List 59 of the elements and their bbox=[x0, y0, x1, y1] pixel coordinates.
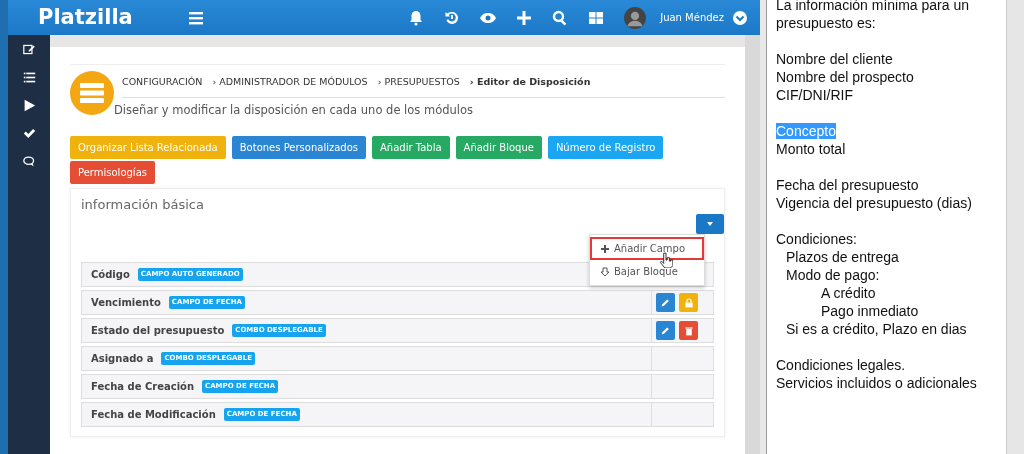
note-line: Vigencia del presupuesto (dias) bbox=[776, 195, 972, 211]
brand-logo[interactable]: Platzilla bbox=[38, 1, 178, 34]
bell-icon[interactable] bbox=[408, 9, 425, 26]
note-line: Fecha del presupuesto bbox=[776, 177, 919, 193]
breadcrumb-link[interactable]: CONFIGURACIÓN bbox=[122, 75, 203, 90]
action-button[interactable]: Permisologías bbox=[70, 160, 155, 184]
action-button[interactable]: Añadir Tabla bbox=[372, 135, 450, 159]
note-line: Pago inmediato bbox=[821, 303, 919, 319]
menu-item[interactable]: Bajar Bloque bbox=[590, 260, 704, 283]
down-arrow-icon bbox=[600, 266, 610, 277]
action-button[interactable]: Añadir Bloque bbox=[455, 135, 542, 159]
block-title: información básica bbox=[81, 195, 205, 214]
play-icon[interactable] bbox=[22, 99, 36, 112]
note-line: Modo de pago: bbox=[786, 267, 880, 283]
edit-button[interactable] bbox=[656, 321, 675, 340]
edit-button[interactable] bbox=[656, 293, 675, 312]
action-button[interactable]: Botones Personalizados bbox=[231, 135, 366, 159]
note-line: A crédito bbox=[821, 285, 876, 301]
check-icon[interactable] bbox=[22, 127, 36, 140]
note-line: Servicios incluidos o adicionales bbox=[776, 375, 977, 391]
chevron-down-icon[interactable] bbox=[732, 9, 748, 26]
plus-icon[interactable] bbox=[516, 9, 533, 26]
search-icon[interactable] bbox=[552, 9, 569, 26]
note-line: Si es a crédito, Plazo en dias bbox=[786, 321, 967, 337]
field-label: Vencimiento bbox=[91, 296, 161, 310]
lock-icon bbox=[682, 295, 695, 310]
menu-icon[interactable] bbox=[188, 9, 204, 26]
delete-button[interactable] bbox=[679, 321, 698, 340]
action-button[interactable]: Número de Registro bbox=[547, 135, 664, 159]
scrollbar[interactable] bbox=[745, 35, 760, 454]
field-label: Estado del presupuesto bbox=[91, 324, 225, 338]
note-line: La información mínima para un presupuesto es: bbox=[776, 0, 969, 31]
subtitle: Diseñar y modificar la disposición en cada uno de los módulos bbox=[114, 102, 475, 120]
dropdown-button[interactable] bbox=[696, 214, 724, 234]
caret-icon bbox=[707, 222, 713, 226]
note-line: Nombre del cliente bbox=[776, 51, 893, 67]
user-name[interactable]: Juan Méndez bbox=[660, 10, 724, 25]
note-line: CIF/DNI/RIF bbox=[776, 87, 853, 103]
field-label: Asignado a bbox=[91, 352, 154, 366]
list-icon[interactable] bbox=[22, 71, 36, 84]
field-label: Fecha de Creación bbox=[91, 380, 195, 394]
breadcrumb-link[interactable]: › ADMINISTRADOR DE MÓDULOS bbox=[212, 75, 368, 90]
edit-icon[interactable] bbox=[22, 43, 36, 56]
history-icon[interactable] bbox=[444, 9, 461, 26]
note-line: Condiciones: bbox=[776, 231, 857, 247]
avatar bbox=[624, 6, 647, 29]
field-label: Código bbox=[91, 268, 130, 282]
chat-icon[interactable] bbox=[22, 155, 36, 168]
breadcrumb-link[interactable]: › PRESUPUESTOS bbox=[377, 75, 460, 90]
hand-cursor-icon bbox=[659, 252, 673, 268]
field-label: Fecha de Modificación bbox=[91, 408, 216, 422]
plus-icon bbox=[600, 243, 610, 254]
note-line: Plazos de entrega bbox=[786, 249, 899, 265]
note-line: Nombre del prospecto bbox=[776, 69, 914, 85]
menu-item[interactable]: Añadir Campo bbox=[590, 237, 704, 260]
module-logo-icon bbox=[70, 71, 114, 115]
grid-icon[interactable] bbox=[588, 9, 605, 26]
note-line: Monto total bbox=[776, 141, 846, 157]
note-line: Condiciones legales. bbox=[776, 357, 906, 373]
